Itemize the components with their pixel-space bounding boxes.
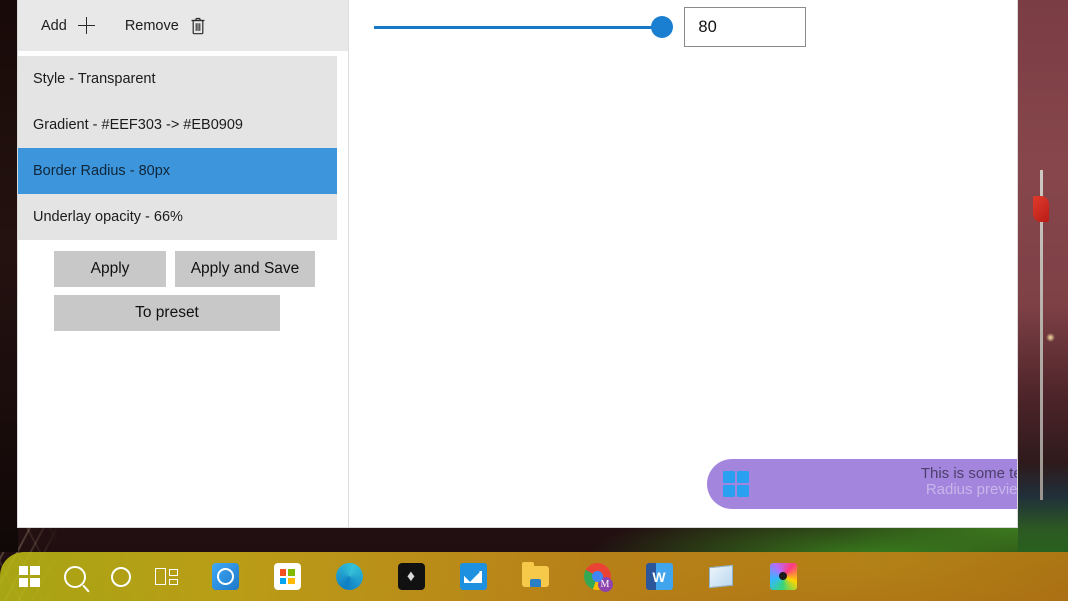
- word-button[interactable]: W: [636, 552, 682, 601]
- apply-button[interactable]: Apply: [54, 251, 166, 287]
- add-button-label: Add: [41, 17, 67, 34]
- search-icon: [64, 565, 86, 588]
- list-item-selected[interactable]: Border Radius - 80px: [18, 148, 337, 194]
- edge-button[interactable]: [326, 552, 372, 601]
- task-view-icon: [155, 567, 179, 586]
- taskbar: ♦ M W: [0, 552, 1068, 601]
- options-list[interactable]: Style - Transparent Gradient - #EEF303 -…: [18, 56, 337, 240]
- mail-button[interactable]: [450, 552, 496, 601]
- list-item-label: Border Radius - 80px: [33, 163, 171, 179]
- remove-button-label: Remove: [124, 17, 179, 34]
- microsoft-store-button[interactable]: [264, 552, 310, 601]
- slider-thumb[interactable]: [651, 16, 673, 38]
- chrome-profile-badge: M: [597, 577, 613, 592]
- notification-preview: This is some text. Radius preview! 22:11: [707, 459, 1018, 509]
- task-view-button[interactable]: [144, 552, 190, 601]
- wallpaper-right-strip: [1018, 0, 1068, 552]
- predator-button[interactable]: ♦: [388, 552, 434, 601]
- photos-icon: [769, 563, 797, 590]
- border-radius-slider[interactable]: [374, 7, 673, 47]
- desktop: Add Remove Style - Transparent Gradient …: [0, 0, 1068, 601]
- remove-button[interactable]: Remove: [123, 13, 208, 39]
- envelope-icon: [459, 563, 487, 590]
- trash-icon: [190, 17, 206, 35]
- list-item[interactable]: Style - Transparent: [18, 56, 337, 102]
- notification-sub-text: Radius preview!: [925, 481, 1018, 498]
- slider-row: 80: [374, 7, 806, 47]
- word-icon: W: [645, 563, 673, 590]
- slider-track-fill: [374, 26, 662, 29]
- left-panel: Add Remove Style - Transparent Gradient …: [18, 0, 349, 527]
- wallpaper-flag: [1033, 196, 1049, 222]
- editor-panel: 80 This is some text. Radius preview! 22…: [349, 0, 1017, 527]
- add-button[interactable]: Add: [39, 13, 97, 38]
- apply-and-save-button[interactable]: Apply and Save: [175, 251, 315, 287]
- list-item-label: Underlay opacity - 66%: [33, 209, 183, 225]
- to-preset-button[interactable]: To preset: [54, 295, 280, 331]
- chrome-icon: M: [583, 563, 613, 592]
- windows-logo-icon: [723, 471, 749, 497]
- list-item-label: Style - Transparent: [33, 71, 156, 87]
- folder-icon: [521, 562, 549, 587]
- chrome-button[interactable]: M: [574, 552, 620, 601]
- action-buttons: Apply Apply and Save To preset: [18, 240, 348, 331]
- list-item[interactable]: Underlay opacity - 66%: [18, 194, 337, 240]
- file-explorer-button[interactable]: [512, 552, 558, 601]
- cortana-ring-icon: [111, 566, 131, 587]
- start-button[interactable]: [6, 552, 52, 601]
- toolbar: Add Remove: [18, 0, 348, 51]
- notes-button[interactable]: [698, 552, 744, 601]
- wallpaper-street-light: [1046, 333, 1055, 342]
- notification-text-stack: This is some text. Radius preview!: [749, 459, 1018, 509]
- cortana-button[interactable]: [98, 552, 144, 601]
- app-window: Add Remove Style - Transparent Gradient …: [17, 0, 1018, 528]
- plus-icon: [77, 17, 95, 34]
- list-item-label: Gradient - #EEF303 -> #EB0909: [33, 117, 243, 133]
- list-item[interactable]: Gradient - #EEF303 -> #EB0909: [18, 102, 337, 148]
- notification-main-text: This is some text.: [920, 465, 1017, 482]
- mail-app-button[interactable]: [202, 552, 248, 601]
- slider-value-input[interactable]: 80: [684, 7, 806, 47]
- predator-icon: ♦: [397, 563, 425, 590]
- windows-start-icon: [18, 566, 40, 587]
- wallpaper-left-strip: [0, 0, 18, 552]
- action-buttons-row: Apply Apply and Save: [54, 251, 348, 287]
- edge-icon: [335, 563, 363, 590]
- store-icon: [273, 563, 301, 590]
- photos-button[interactable]: [760, 552, 806, 601]
- search-button[interactable]: [52, 552, 98, 601]
- sticky-note-icon: [709, 564, 733, 589]
- outlook-icon: [211, 563, 239, 590]
